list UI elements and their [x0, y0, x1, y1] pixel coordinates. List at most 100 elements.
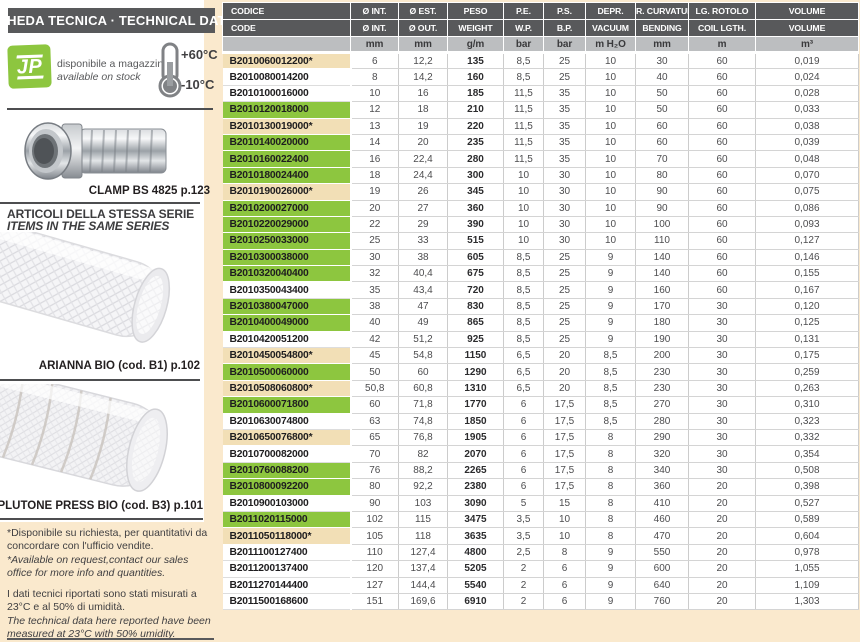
column-header-it-cell: LG. ROTOLO — [689, 3, 756, 20]
value-cell: 20 — [689, 561, 756, 577]
value-cell: 20 — [689, 511, 756, 527]
product-code-cell: B2010160022400 — [223, 151, 351, 167]
value-cell: 290 — [636, 429, 689, 445]
value-cell: 10 — [586, 233, 636, 249]
value-cell: 70 — [351, 446, 399, 462]
value-cell: 30 — [689, 446, 756, 462]
technical-data-table: CODICEØ INT.Ø EST.PESOP.E.P.S.DEPR.R. CU… — [222, 2, 859, 610]
value-cell: 35 — [544, 151, 586, 167]
value-cell: 50 — [351, 364, 399, 380]
value-cell: 140 — [636, 266, 689, 282]
value-cell: 9 — [586, 298, 636, 314]
value-cell: 460 — [636, 511, 689, 527]
product-code-cell: B2010760088200 — [223, 462, 351, 478]
value-cell: 20 — [544, 348, 586, 364]
value-cell: 550 — [636, 544, 689, 560]
table-row: B201102011500010211534753,5108460200,589 — [223, 511, 859, 527]
value-cell: 43,4 — [399, 282, 448, 298]
value-cell: 160 — [448, 69, 504, 85]
table-row: B2010190026000*192634510301090600,075 — [223, 184, 859, 200]
value-cell: 6,5 — [504, 380, 544, 396]
table-body: B2010060012200*612,21358,5251030600,019B… — [223, 53, 859, 610]
value-cell: 20 — [399, 134, 448, 150]
value-cell: 5540 — [448, 577, 504, 593]
table-row: B20103500434003543,47208,5259160600,167 — [223, 282, 859, 298]
value-cell: 169,6 — [399, 593, 448, 609]
value-cell: 35 — [544, 134, 586, 150]
table-row: B2011270144400127144,45540269640201,109 — [223, 577, 859, 593]
value-cell: 60 — [689, 233, 756, 249]
value-cell: 6 — [544, 561, 586, 577]
value-cell: 345 — [448, 184, 504, 200]
value-cell: 0,075 — [756, 184, 859, 200]
value-cell: 4800 — [448, 544, 504, 560]
value-cell: 10 — [586, 216, 636, 232]
value-cell: 50 — [636, 85, 689, 101]
value-cell: 0,167 — [756, 282, 859, 298]
value-cell: 20 — [689, 528, 756, 544]
column-header-it-cell: PESO — [448, 3, 504, 20]
value-cell: 0,527 — [756, 495, 859, 511]
page-title: SCHEDA TECNICA · TECHNICAL DATA — [8, 8, 215, 33]
product-code-cell: B2010300038000 — [223, 249, 351, 265]
value-cell: 760 — [636, 593, 689, 609]
value-cell: 0,354 — [756, 446, 859, 462]
value-cell: 60 — [689, 200, 756, 216]
value-cell: 82 — [399, 446, 448, 462]
value-cell: 9 — [586, 315, 636, 331]
value-cell: 30 — [544, 200, 586, 216]
value-cell: 0,398 — [756, 479, 859, 495]
value-cell: 1905 — [448, 429, 504, 445]
value-cell: 60 — [689, 151, 756, 167]
unit-header-cell: m H₂O — [586, 37, 636, 53]
value-cell: 230 — [636, 380, 689, 396]
value-cell: 2 — [504, 577, 544, 593]
table-row: B2010100016000101618511,5351050600,028 — [223, 85, 859, 101]
value-cell: 340 — [636, 462, 689, 478]
value-cell: 19 — [399, 118, 448, 134]
product-code-cell: B2011200137400 — [223, 561, 351, 577]
value-cell: 180 — [636, 315, 689, 331]
value-cell: 8,5 — [586, 413, 636, 429]
plutone-caption: PLUTONE PRESS BIO (cod. B3) p.101 — [0, 500, 203, 512]
value-cell: 865 — [448, 315, 504, 331]
value-cell: 185 — [448, 85, 504, 101]
product-code-cell: B2010500060000 — [223, 364, 351, 380]
value-cell: 71,8 — [399, 397, 448, 413]
value-cell: 40 — [351, 315, 399, 331]
value-cell: 135 — [448, 53, 504, 69]
value-cell: 76,8 — [399, 429, 448, 445]
value-cell: 8 — [586, 511, 636, 527]
value-cell: 8,5 — [504, 69, 544, 85]
value-cell: 10 — [351, 85, 399, 101]
product-code-cell: B2010900103000 — [223, 495, 351, 511]
table-row: B2011050118000*10511836353,5108470200,60… — [223, 528, 859, 544]
value-cell: 6910 — [448, 593, 504, 609]
value-cell: 60 — [689, 282, 756, 298]
value-cell: 720 — [448, 282, 504, 298]
value-cell: 0,589 — [756, 511, 859, 527]
value-cell: 25 — [544, 266, 586, 282]
temp-min-label: -10°C — [181, 77, 214, 92]
value-cell: 17,5 — [544, 446, 586, 462]
value-cell: 30 — [689, 364, 756, 380]
table-row: B20101800244001824,430010301080600,070 — [223, 167, 859, 183]
value-cell: 470 — [636, 528, 689, 544]
product-code-cell: B2010120018000 — [223, 102, 351, 118]
value-cell: 11,5 — [504, 118, 544, 134]
value-cell: 6 — [504, 413, 544, 429]
value-cell: 9 — [586, 593, 636, 609]
value-cell: 6,5 — [504, 348, 544, 364]
value-cell: 50 — [636, 102, 689, 118]
value-cell: 360 — [636, 479, 689, 495]
value-cell: 8 — [586, 479, 636, 495]
value-cell: 8,5 — [504, 266, 544, 282]
value-cell: 6 — [544, 593, 586, 609]
value-cell: 22,4 — [399, 151, 448, 167]
value-cell: 25 — [544, 53, 586, 69]
product-code-cell: B2010420051200 — [223, 331, 351, 347]
value-cell: 30 — [689, 348, 756, 364]
value-cell: 35 — [544, 85, 586, 101]
value-cell: 2 — [504, 593, 544, 609]
header-row: mmmmg/mbarbarm H₂Ommmm³ — [223, 37, 859, 53]
